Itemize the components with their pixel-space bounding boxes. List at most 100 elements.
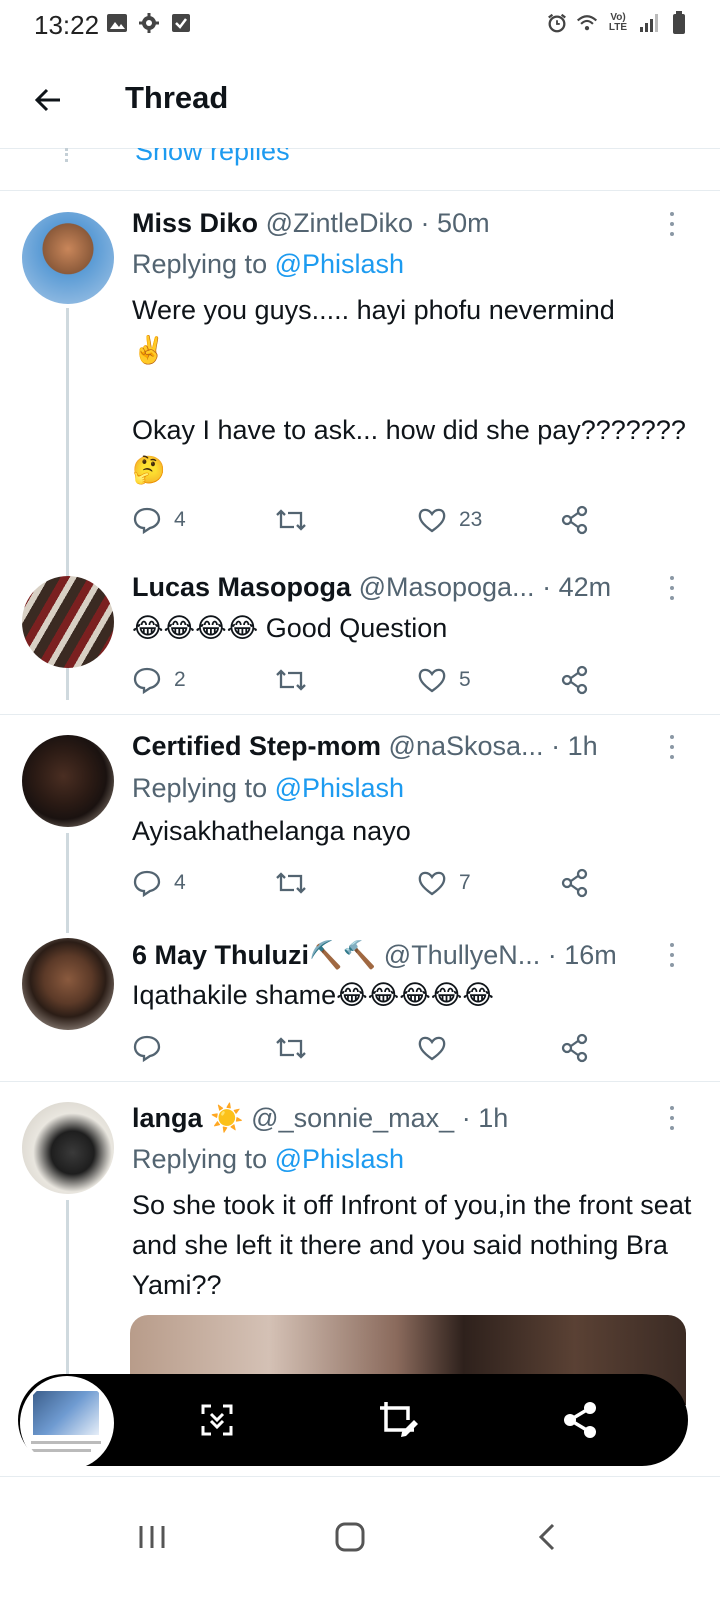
screenshot-thumbnail[interactable] — [20, 1376, 114, 1470]
tweet-text: 😂😂😂😂 Good Question — [132, 613, 448, 643]
recents-icon — [139, 1526, 165, 1548]
tweet-text: Were you guys..... hayi phofu nevermind — [132, 295, 615, 325]
gear-icon — [138, 12, 160, 34]
like-count: 5 — [459, 668, 471, 691]
tweet-author-name[interactable]: langa ☀️ — [132, 1103, 244, 1133]
status-bar: 13:22 Vo) LTE — [0, 0, 720, 52]
reply-button[interactable]: 2 — [132, 662, 186, 698]
show-replies-row: Show replies — [0, 148, 720, 191]
tweet-author-name[interactable]: Miss Diko — [132, 208, 258, 238]
back-icon — [538, 1523, 555, 1551]
tweet-text: Okay I have to ask... how did she pay???… — [132, 415, 686, 445]
heart-icon — [418, 508, 446, 533]
tweet-author-handle: @_sonnie_max_ — [251, 1103, 455, 1133]
separator: · — [542, 572, 552, 602]
reply-icon — [133, 507, 161, 535]
share-button[interactable] — [560, 662, 590, 698]
tweet-actions: 4 7 — [132, 865, 612, 901]
reply-count: 4 — [174, 871, 186, 894]
tweet[interactable]: 6 May Thuluzi⛏️🔨 @ThullyeN... · 16m Iqat… — [0, 925, 720, 1080]
separator: · — [420, 208, 430, 238]
retweet-button[interactable] — [274, 662, 320, 698]
tweet-time: 1h — [567, 731, 598, 761]
avatar[interactable] — [22, 212, 114, 304]
system-back-button[interactable] — [518, 1507, 578, 1567]
reply-icon — [133, 870, 161, 898]
crop-edit-button[interactable] — [374, 1396, 422, 1444]
avatar[interactable] — [22, 735, 114, 827]
recents-button[interactable] — [122, 1507, 182, 1567]
separator: · — [461, 1103, 471, 1133]
page-title: Thread — [125, 80, 229, 115]
reply-icon — [133, 667, 161, 695]
retweet-button[interactable] — [274, 865, 320, 901]
reply-button[interactable]: 4 — [132, 865, 186, 901]
battery-icon — [668, 11, 690, 34]
share-button[interactable] — [560, 1030, 590, 1066]
reply-button[interactable] — [132, 1030, 174, 1066]
scroll-capture-button[interactable] — [193, 1396, 241, 1444]
share-icon — [561, 1033, 588, 1063]
like-button[interactable]: 23 — [417, 502, 482, 538]
navigation-bar — [0, 1476, 720, 1601]
home-icon — [335, 1522, 365, 1552]
volte-icon: Vo) LTE — [608, 12, 628, 33]
scroll-capture-icon — [201, 1404, 233, 1436]
check-box-icon — [170, 12, 192, 34]
heart-icon — [418, 1036, 446, 1061]
more-options-icon[interactable] — [668, 576, 676, 600]
thread-line — [66, 1200, 69, 1400]
replying-to-handle[interactable]: @Phislash — [275, 249, 404, 279]
more-options-icon[interactable] — [668, 1106, 676, 1130]
more-options-icon[interactable] — [668, 943, 676, 967]
replying-to-handle[interactable]: @Phislash — [275, 773, 404, 803]
tweet-actions: 2 5 — [132, 662, 612, 698]
retweet-button[interactable] — [274, 502, 320, 538]
retweet-icon — [276, 509, 306, 531]
home-button[interactable] — [320, 1507, 380, 1567]
tweet-author-handle: @ZintleDiko — [265, 208, 414, 238]
screenshot-toolbar — [18, 1374, 688, 1470]
replying-to-handle[interactable]: @Phislash — [275, 1144, 404, 1174]
like-count: 7 — [459, 871, 471, 894]
wifi-icon — [576, 12, 598, 34]
replying-to-prefix: Replying to — [132, 1144, 268, 1174]
thread-line — [66, 833, 69, 933]
retweet-icon — [276, 872, 306, 894]
show-replies-link[interactable]: Show replies — [135, 148, 290, 167]
tweet-author-handle: @Masopoga... — [358, 572, 535, 602]
share-button[interactable] — [560, 865, 590, 901]
retweet-button[interactable] — [274, 1030, 320, 1066]
separator: · — [547, 940, 557, 970]
like-count: 23 — [459, 508, 483, 531]
tweet-time: 50m — [437, 208, 490, 238]
like-button[interactable] — [417, 1030, 459, 1066]
more-options-icon[interactable] — [668, 735, 676, 759]
tweet-author-name[interactable]: Certified Step-mom — [132, 731, 381, 761]
crop-edit-icon — [380, 1402, 418, 1437]
like-button[interactable]: 5 — [417, 662, 471, 698]
tweet[interactable]: Certified Step-mom @naSkosa... · 1h Repl… — [0, 715, 720, 933]
alarm-icon — [546, 12, 568, 34]
more-options-icon[interactable] — [668, 212, 676, 236]
retweet-icon — [276, 669, 306, 691]
heart-icon — [418, 668, 446, 693]
share-button[interactable] — [560, 502, 590, 538]
tweet-actions — [132, 1030, 612, 1066]
status-time: 13:22 — [34, 10, 100, 40]
back-button[interactable] — [28, 80, 68, 120]
tweet-text: So she took it off Infront of you,in the… — [132, 1190, 692, 1300]
share-button[interactable] — [556, 1396, 604, 1444]
reply-button[interactable]: 4 — [132, 502, 186, 538]
avatar[interactable] — [22, 938, 114, 1030]
avatar[interactable] — [22, 1102, 114, 1194]
avatar[interactable] — [22, 576, 114, 668]
tweet-author-name[interactable]: Lucas Masopoga — [132, 572, 351, 602]
like-button[interactable]: 7 — [417, 865, 471, 901]
image-icon — [106, 12, 128, 34]
tweet[interactable]: Lucas Masopoga @Masopoga... · 42m 😂😂😂😂 G… — [0, 560, 720, 712]
tweet-actions: 4 23 — [132, 502, 612, 538]
reply-count: 2 — [174, 668, 186, 691]
replying-to-prefix: Replying to — [132, 773, 268, 803]
tweet-author-name[interactable]: 6 May Thuluzi⛏️🔨 — [132, 940, 376, 970]
